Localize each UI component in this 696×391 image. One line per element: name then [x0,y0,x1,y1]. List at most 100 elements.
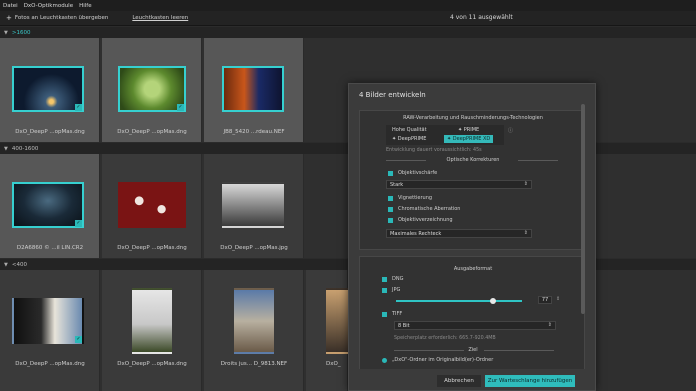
plus-icon: + [6,14,12,22]
clear-lightbox-link[interactable]: Leuchtkasten leeren [132,15,188,21]
check-icon: ✓ [75,220,82,227]
thumbnail-image[interactable] [118,182,186,228]
check-icon: ✓ [75,336,82,343]
menu-item-optikmodule[interactable]: DxO-Optikmodule [24,3,73,9]
chevron-updown-icon: ⇕ [523,181,528,187]
option-deepprime[interactable]: ✦ DeepPRIME [392,136,426,142]
dropdown-value: Maximales Rechteck [390,231,442,237]
add-to-lightbox-label: Fotos an Leuchtkasten übergeben [14,15,109,21]
check-icon: ✓ [177,104,184,111]
tiff-bits-dropdown[interactable]: 8 Bit ⇕ [394,321,556,330]
output-panel: Ausgabeformat DNG JPG 77 ⇕ TIFF 8 Bit ⇕ … [359,256,585,369]
thumbnail-image[interactable] [222,66,284,112]
label-distortion: Objektivverzeichnung [398,217,453,223]
thumbnail-image[interactable] [12,298,84,344]
thumbnail-caption: DxO_ [326,361,341,367]
thumbnail-cell[interactable]: ✓ DxO_DeepP ...opMas.dng [0,38,100,142]
section-title-output: Ausgabeformat [453,266,493,272]
dropdown-value: Stark [390,182,404,188]
chevron-updown-icon: ⇕ [523,230,528,236]
thumbnail-caption: Droits jus... D_9813.NEF [220,361,288,367]
divider [484,350,554,351]
option-high-quality[interactable]: Hohe Qualität [392,127,427,133]
thumbnail-image[interactable] [222,182,284,228]
chevron-down-icon: ▼ [4,29,8,36]
thumbnail-image[interactable] [12,182,84,228]
thumbnail-caption: DxO_DeepP ...opMas.jpg [220,245,288,251]
menu-bar: Datei DxO-Optikmodule Hilfe [0,0,696,11]
checkbox-sharpness[interactable] [388,171,393,176]
thumbnail-cell[interactable]: DxO_DeepP ...opMas.dng [102,154,202,258]
space-required: Speicherplatz erforderlich: 665.7-920.4M… [394,336,496,341]
thumbnail-cell[interactable]: ✓ DxO_DeepP ...opMas.dng [0,270,100,391]
label-sharpness: Objektivschärfe [398,170,438,176]
checkbox-tiff[interactable] [382,312,387,317]
group-name: <400 [11,261,27,268]
jpg-quality-slider[interactable] [396,300,522,302]
checkbox-distortion[interactable] [388,218,393,223]
dialog-scrollbar[interactable] [581,104,585,314]
option-prime[interactable]: ✦ PRIME [458,127,479,133]
cancel-button[interactable]: Abbrechen [437,375,481,387]
divider [518,160,558,161]
group-header-1600[interactable]: ▼ >1600 [0,27,696,38]
jpg-quality-knob[interactable] [490,298,497,304]
thumbnail-caption: DxO_DeepP ...opMas.dng [117,361,187,367]
selection-count: 4 von 11 ausgewählt [450,14,513,21]
thumbnail-caption: D2A6860 © ...il LIN.CR2 [16,245,84,251]
label-target-folder: „DxO"-Ordner im Originalbild(er)-Ordner [392,357,494,363]
group-name: >1600 [11,29,31,36]
info-icon[interactable]: ⓘ [508,127,513,134]
label-vignetting: Vignettierung [398,195,433,201]
label-chromatic: Chromatische Aberration [398,206,461,212]
section-title-raw: RAW-Verarbeitung und Rauschminderungs-Te… [403,115,543,121]
menu-item-hilfe[interactable]: Hilfe [79,3,92,9]
radio-target-folder[interactable] [382,358,387,363]
thumbnail-image[interactable] [234,288,274,354]
jpg-quality-input[interactable]: 77 [538,296,552,304]
chevron-updown-icon[interactable]: ⇕ [556,296,560,302]
label-tiff: TIFF [392,311,403,317]
distortion-dropdown[interactable]: Maximales Rechteck ⇕ [386,229,532,238]
label-dng: DNG [392,276,404,282]
thumbnail-image[interactable] [326,288,348,354]
thumbnail-caption: DxO_DeepP ...opMas.dng [15,129,85,135]
thumbnail-cell[interactable]: ✓ DxO_DeepP ...opMas.dng [102,38,202,142]
group-name: 400-1600 [11,145,39,152]
time-estimate: Entwicklung dauert voraussichtlich: 45s [386,148,482,153]
thumbnail-caption: JB8_5420 ...rdeau.NEF [223,129,285,135]
add-to-queue-button[interactable]: Zur Warteschlange hinzufügen [485,375,575,387]
settings-panel: RAW-Verarbeitung und Rauschminderungs-Te… [359,110,585,250]
checkbox-jpg[interactable] [382,288,387,293]
label-jpg: JPG [392,287,401,293]
thumbnail-caption: DxO_DeepP ...opMas.dng [15,361,85,367]
thumbnail-cell[interactable]: DxO_DeepP ...opMas.jpg [204,154,304,258]
thumbnail-image[interactable] [132,288,172,354]
thumbnail-cell[interactable]: ✓ D2A6860 © ...il LIN.CR2 [0,154,100,258]
checkbox-vignetting[interactable] [388,196,393,201]
thumbnail-cell[interactable]: DxO_DeepP ...opMas.dng [102,270,202,391]
dialog-scroll-area[interactable]: RAW-Verarbeitung und Rauschminderungs-Te… [359,104,587,369]
noise-reduction-selector[interactable]: Hohe Qualität ✦ PRIME ✦ DeepPRIME ✦ Deep… [386,125,504,145]
check-icon: ✓ [75,104,82,111]
develop-dialog: 4 Bilder entwickeln RAW-Verarbeitung und… [348,83,596,391]
sharpness-dropdown[interactable]: Stark ⇕ [386,180,532,189]
thumbnail-cell[interactable]: DxO_ [306,270,348,391]
add-to-lightbox-button[interactable]: + Fotos an Leuchtkasten übergeben [0,11,114,26]
thumbnail-caption: DxO_DeepP ...opMas.dng [117,245,187,251]
thumbnail-cell[interactable]: JB8_5420 ...rdeau.NEF [204,38,304,142]
chevron-down-icon: ▼ [4,145,8,152]
chevron-updown-icon: ⇕ [547,322,552,328]
checkbox-dng[interactable] [382,277,387,282]
thumbnail-image[interactable] [118,66,186,112]
thumbnail-caption: DxO_DeepP ...opMas.dng [117,129,187,135]
checkbox-chromatic[interactable] [388,207,393,212]
chevron-down-icon: ▼ [4,261,8,268]
thumbnail-cell[interactable]: Droits jus... D_9813.NEF [204,270,304,391]
menu-item-datei[interactable]: Datei [3,3,18,9]
dialog-title: 4 Bilder entwickeln [359,91,426,99]
dropdown-value: 8 Bit [398,323,410,329]
option-deepprime-xd[interactable]: ✦ DeepPRIME XD [444,135,494,143]
toolbar: + Fotos an Leuchtkasten übergeben Leucht… [0,11,696,26]
thumbnail-image[interactable] [12,66,84,112]
